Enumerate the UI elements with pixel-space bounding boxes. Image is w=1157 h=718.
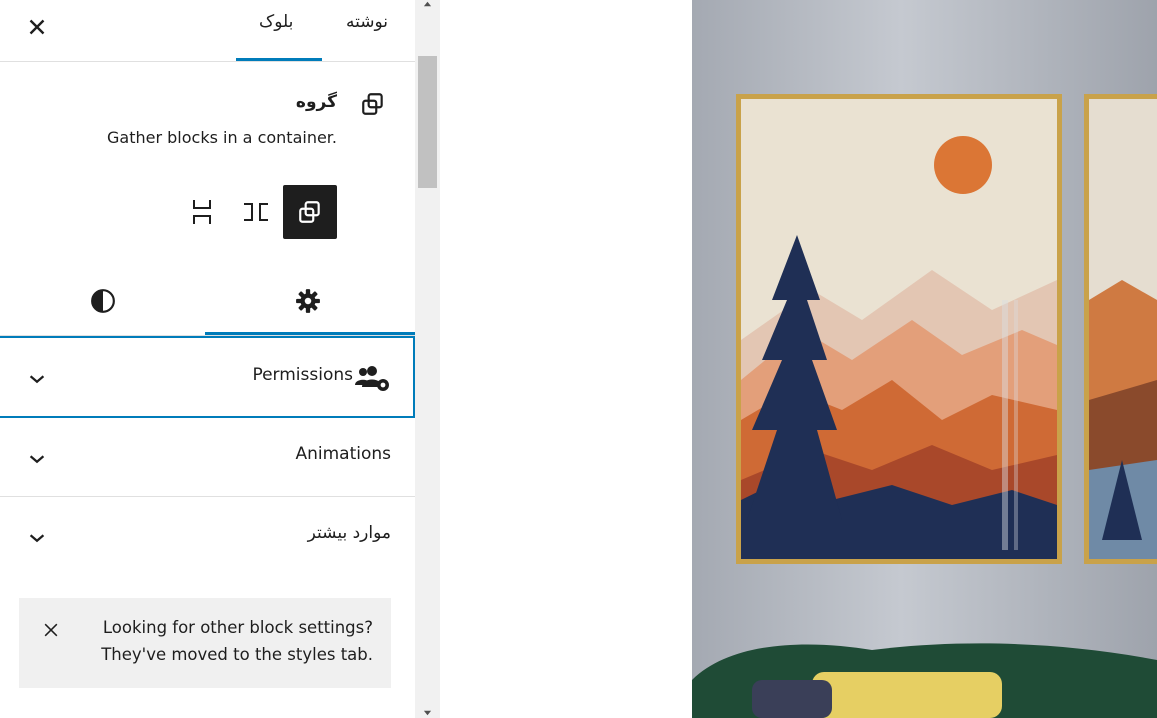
scroll-up-arrow-icon[interactable]	[423, 0, 432, 9]
wall-art-photo	[692, 0, 1157, 718]
chevron-down-icon	[29, 375, 45, 384]
sidebar-header: بلوک نوشته	[0, 0, 415, 62]
group-icon	[299, 201, 320, 223]
variation-row-button[interactable]	[229, 185, 283, 239]
group-image-preview	[692, 0, 1157, 718]
notice-text: Looking for other block settings? They'v…	[73, 614, 373, 668]
close-icon[interactable]	[24, 14, 50, 40]
block-description: Gather blocks in a container.	[107, 128, 337, 147]
active-inspector-tab-indicator	[205, 332, 415, 335]
tab-block[interactable]: بلوک	[259, 12, 293, 32]
block-title: گروه	[295, 92, 337, 112]
panel-animations-label: Animations	[295, 444, 391, 464]
block-inspector-sidebar: بلوک نوشته گروه Gather blocks in a conta…	[0, 0, 415, 718]
row-icon	[244, 203, 268, 221]
scrollbar-thumb[interactable]	[418, 56, 437, 188]
notice-line-1: Looking for other block settings?	[102, 618, 373, 637]
panel-permissions[interactable]: Permissions	[0, 336, 415, 418]
group-icon	[362, 93, 383, 115]
tab-post[interactable]: نوشته	[346, 12, 388, 32]
settings-gear-icon	[295, 289, 320, 313]
panel-permissions-label: Permissions	[252, 365, 353, 385]
tab-styles[interactable]	[0, 271, 205, 331]
panel-animations[interactable]: Animations	[0, 418, 415, 497]
panel-advanced[interactable]: موارد بیشتر	[0, 497, 415, 576]
active-tab-indicator	[236, 58, 322, 61]
inspector-tabs	[0, 271, 415, 336]
stack-icon	[193, 200, 211, 224]
chevron-down-icon	[29, 455, 45, 464]
styles-moved-notice: Looking for other block settings? They'v…	[19, 598, 391, 688]
styles-half-circle-icon	[90, 289, 115, 313]
scroll-down-arrow-icon[interactable]	[423, 708, 432, 717]
notice-line-2: They've moved to the styles tab.	[101, 645, 373, 664]
variation-stack-button[interactable]	[175, 185, 229, 239]
chevron-down-icon	[29, 534, 45, 543]
permissions-users-gear-icon	[355, 366, 389, 391]
tab-settings[interactable]	[205, 271, 410, 331]
close-icon[interactable]	[41, 620, 61, 640]
sidebar-scrollbar[interactable]	[415, 0, 440, 718]
variation-group-button[interactable]	[283, 185, 337, 239]
panel-advanced-label: موارد بیشتر	[307, 523, 391, 543]
